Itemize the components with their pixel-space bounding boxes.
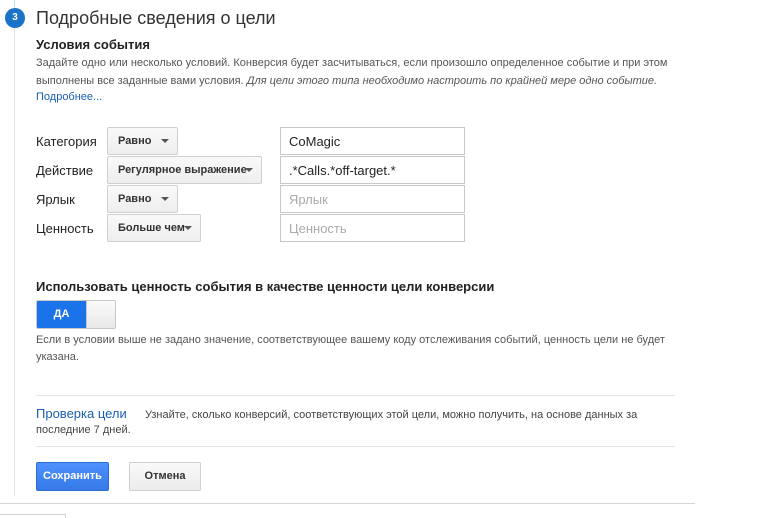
toggle-knob (86, 301, 115, 328)
description-note: Для цели этого типа необходимо настроить… (246, 75, 658, 87)
category-operator-value: Равно (118, 135, 152, 147)
action-value-input[interactable] (280, 156, 465, 184)
action-label: Действие (36, 163, 94, 178)
label-label: Ярлык (36, 192, 75, 207)
value-operator-value: Больше чем (118, 222, 185, 234)
value-value-input[interactable] (280, 214, 465, 242)
category-operator-dropdown[interactable]: Равно (107, 127, 178, 155)
use-value-note: Если в условии выше не задано значение, … (36, 334, 665, 363)
action-operator-value: Регулярное выражение (118, 164, 247, 176)
category-label: Категория (36, 134, 97, 149)
use-value-toggle[interactable]: ДА (36, 300, 116, 329)
label-operator-value: Равно (118, 193, 152, 205)
action-operator-dropdown[interactable]: Регулярное выражение (107, 156, 262, 184)
save-button[interactable]: Сохранить (36, 462, 109, 491)
divider (36, 395, 675, 396)
bottom-tab-edge (0, 514, 66, 518)
section-bottom-border (0, 503, 695, 504)
conditions-heading: Условия события (36, 37, 150, 52)
chevron-down-icon (245, 168, 253, 172)
verify-description: Узнайте, сколько конверсий, соответствую… (36, 409, 638, 436)
use-value-heading: Использовать ценность события в качестве… (36, 279, 495, 294)
value-label: Ценность (36, 221, 94, 236)
toggle-on-label: ДА (37, 301, 86, 328)
conditions-description: Задайте одно или несколько условий. Конв… (36, 54, 676, 90)
category-value-input[interactable] (280, 127, 465, 155)
value-operator-dropdown[interactable]: Больше чем (107, 214, 201, 242)
step-number-badge: 3 (5, 8, 25, 28)
step-connector (14, 26, 15, 496)
chevron-down-icon (184, 226, 192, 230)
chevron-down-icon (161, 139, 169, 143)
chevron-down-icon (161, 197, 169, 201)
cancel-button[interactable]: Отмена (129, 462, 201, 491)
label-value-input[interactable] (280, 185, 465, 213)
section-title: Подробные сведения о цели (36, 8, 276, 28)
learn-more-link[interactable]: Подробнее... (36, 91, 102, 103)
label-operator-dropdown[interactable]: Равно (107, 185, 178, 213)
verify-goal-link[interactable]: Проверка цели (36, 406, 127, 421)
divider (36, 446, 675, 447)
